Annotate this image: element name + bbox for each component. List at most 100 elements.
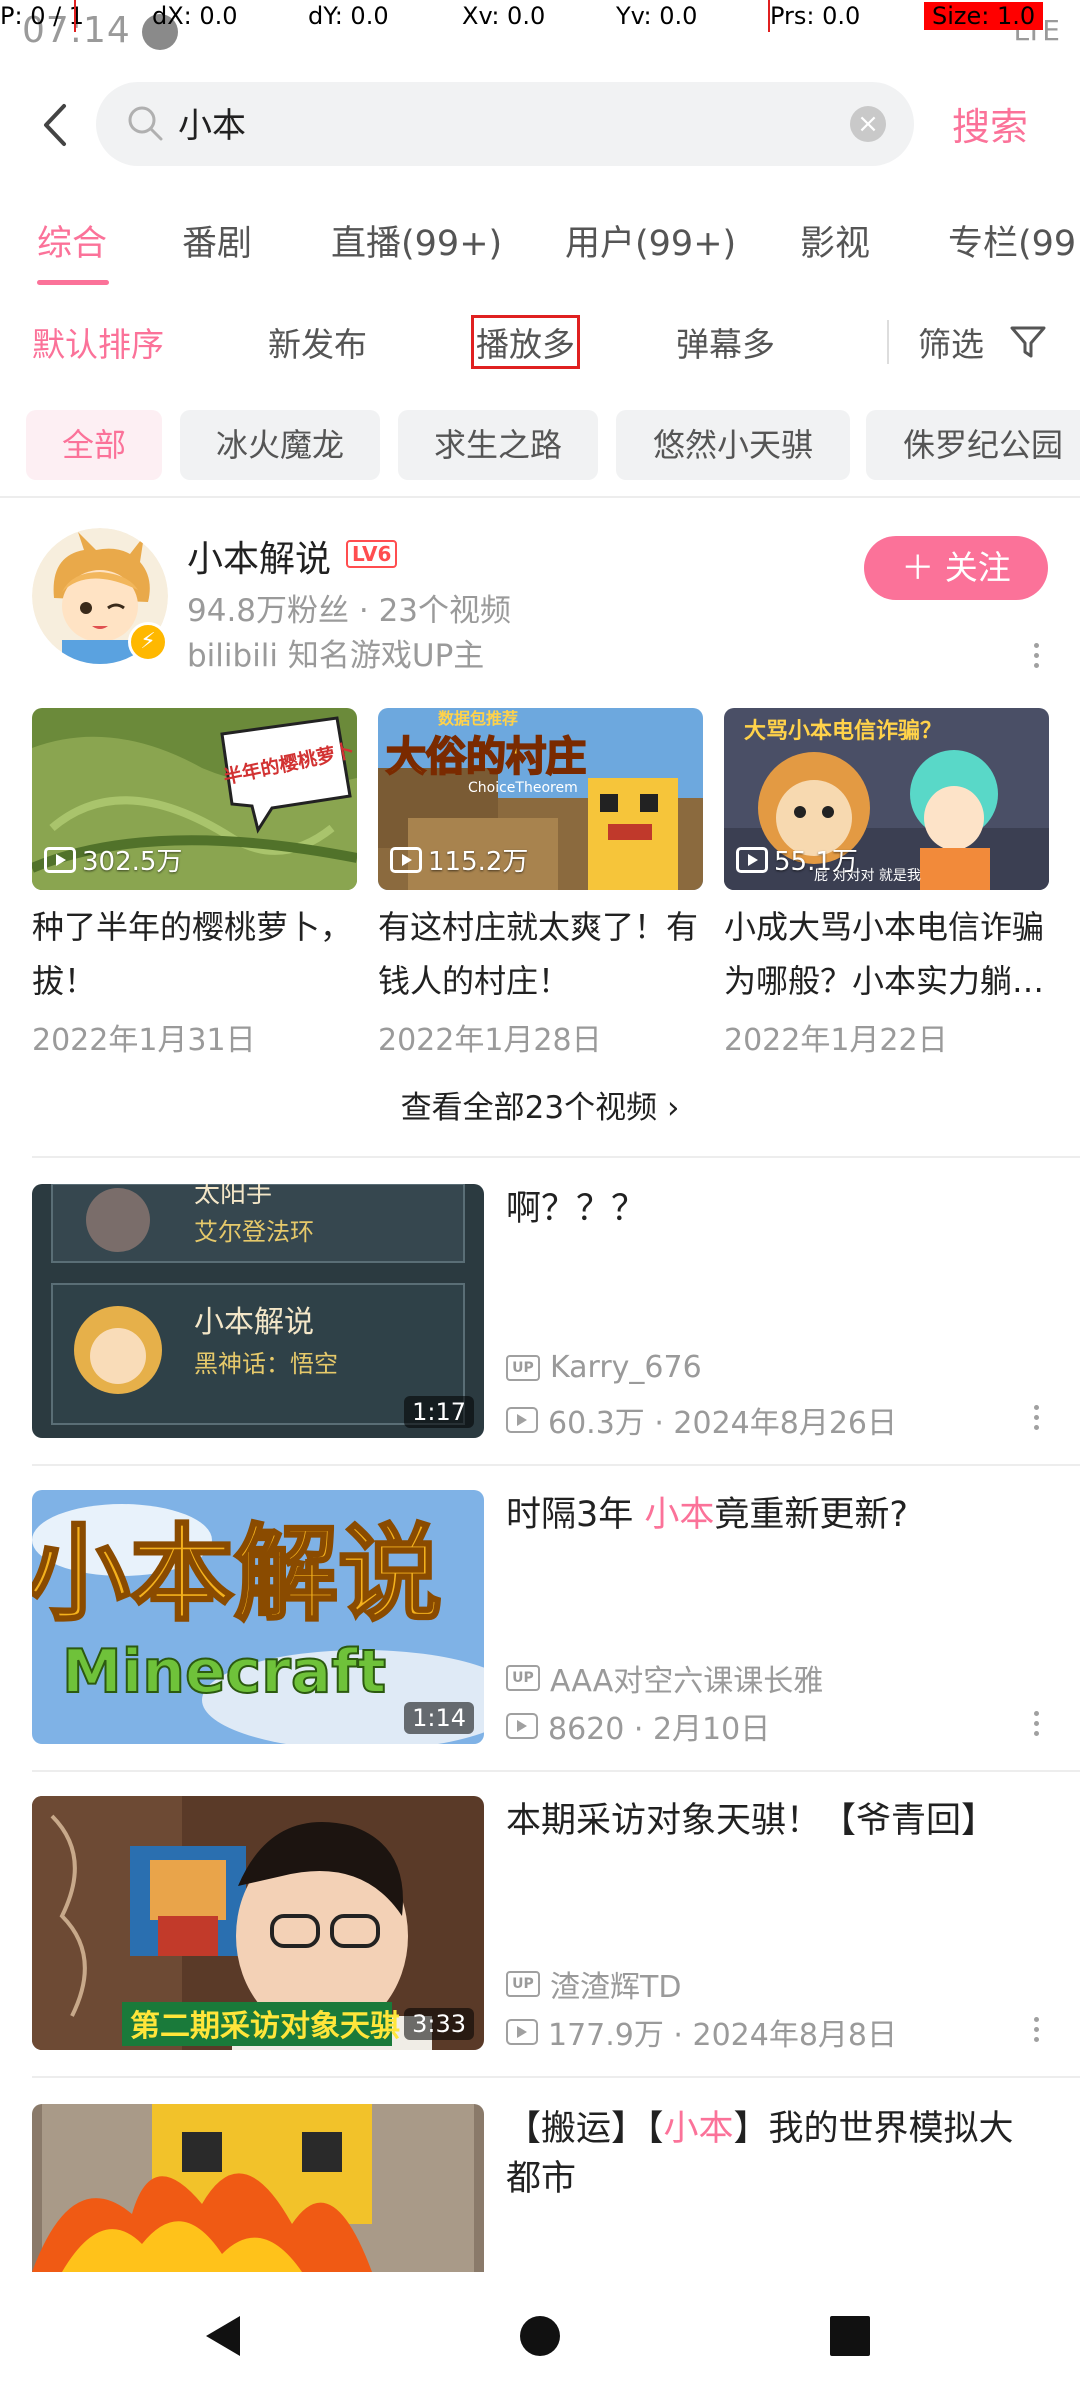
tab-users[interactable]: 用户(99+) bbox=[565, 215, 736, 266]
thumbnail-caption: 艾尔登法环 bbox=[194, 1218, 314, 1246]
thumbnail-caption: 小本解说 bbox=[32, 1513, 442, 1635]
view-count-text: 302.5万 bbox=[82, 847, 183, 877]
tag-chips: 全部 冰火魔龙 求生之路 悠然小天骐 侏罗纪公园 bbox=[0, 410, 1080, 480]
tab-articles[interactable]: 专栏(99 bbox=[948, 215, 1076, 266]
search-button[interactable]: 搜索 bbox=[952, 96, 1028, 151]
uploader[interactable]: UP Karry_676 bbox=[506, 1350, 702, 1385]
search-query-text: 小本 bbox=[178, 106, 246, 146]
level-badge: LV6 bbox=[346, 540, 398, 568]
chip-all[interactable]: 全部 bbox=[26, 410, 162, 480]
more-options-icon[interactable] bbox=[1024, 2012, 1048, 2048]
debug-pressure: Prs: 0.0 bbox=[770, 2, 861, 30]
sort-newest[interactable]: 新发布 bbox=[268, 318, 367, 366]
chip-tag[interactable]: 侏罗纪公园 bbox=[866, 410, 1080, 480]
video-stats: 8620 · 2月10日 bbox=[506, 1704, 770, 1748]
thumbnail-image bbox=[32, 2104, 484, 2272]
thumbnail-caption: ChoiceTheorem bbox=[468, 780, 578, 796]
video-date: 2022年1月31日 bbox=[32, 1023, 256, 1058]
chip-tag[interactable]: 悠然小天骐 bbox=[616, 410, 850, 480]
active-tab-indicator bbox=[37, 280, 109, 285]
title-text: 啊？？？ bbox=[506, 1189, 647, 1229]
chip-tag[interactable]: 冰火魔龙 bbox=[180, 410, 380, 480]
up-icon: UP bbox=[506, 1354, 540, 1381]
divider bbox=[887, 320, 889, 364]
recents-nav-icon[interactable] bbox=[830, 2316, 870, 2356]
tab-movies[interactable]: 影视 bbox=[800, 215, 870, 266]
video-thumbnail[interactable]: 半年的樱桃萝卜 302.5万 bbox=[32, 708, 357, 890]
see-all-videos-link[interactable]: 查看全部23个视频 › bbox=[0, 1082, 1080, 1127]
video-title[interactable]: 【搬运】【小本】我的世界模拟大都市 bbox=[506, 2104, 1046, 2204]
video-title[interactable]: 啊？？？ bbox=[506, 1184, 1046, 1234]
view-count: 302.5万 bbox=[44, 841, 182, 878]
tab-all[interactable]: 综合 bbox=[37, 215, 107, 266]
home-nav-icon[interactable] bbox=[518, 2314, 562, 2358]
video-thumbnail[interactable]: 小本解说 Minecraft 1:14 bbox=[32, 1490, 484, 1744]
thumbnail-caption: 第二期采访对象天骐 bbox=[130, 2009, 400, 2044]
video-thumbnail[interactable] bbox=[32, 2104, 484, 2272]
search-input[interactable]: 小本 × bbox=[96, 82, 914, 166]
play-count-icon bbox=[390, 846, 422, 873]
debug-dy: dY: 0.0 bbox=[308, 2, 389, 30]
tab-live[interactable]: 直播(99+) bbox=[331, 215, 502, 266]
video-title[interactable]: 小成大骂小本电信诈骗为哪般？小本实力躺… bbox=[724, 900, 1049, 1008]
sort-most-danmaku[interactable]: 弹幕多 bbox=[676, 318, 775, 366]
title-text: 【搬运】【 bbox=[506, 2109, 664, 2149]
uploader[interactable]: UP 渣渣辉TD bbox=[506, 1962, 681, 2006]
video-duration: 1:17 bbox=[404, 1396, 474, 1428]
up-description: bilibili 知名游戏UP主 bbox=[187, 638, 485, 674]
search-icon bbox=[128, 106, 163, 141]
sort-most-played[interactable]: 播放多 bbox=[471, 315, 580, 369]
back-arrow-icon[interactable] bbox=[36, 100, 76, 150]
sort-default[interactable]: 默认排序 bbox=[32, 318, 164, 366]
up-name[interactable]: 小本解说 bbox=[187, 530, 331, 582]
video-date: 2022年1月22日 bbox=[724, 1023, 948, 1058]
more-options-icon[interactable] bbox=[1024, 1706, 1048, 1742]
sort-options: 默认排序 新发布 播放多 弹幕多 筛选 bbox=[0, 310, 1080, 370]
thumbnail-caption: 数据包推荐 bbox=[438, 709, 518, 728]
view-count-text: 55.1万 bbox=[774, 847, 858, 877]
pointer-debug-overlay: P: 0 / 1 dX: 0.0 dY: 0.0 Xv: 0.0 Yv: 0.0… bbox=[0, 0, 1080, 32]
uploader[interactable]: UP AAA对空六课课长雅 bbox=[506, 1656, 823, 1700]
video-duration: 3:33 bbox=[404, 2008, 474, 2040]
verified-badge-icon: ⚡ bbox=[128, 622, 168, 662]
play-count-icon bbox=[736, 846, 768, 873]
filter-icon[interactable] bbox=[1008, 322, 1048, 362]
debug-pointer: P: 0 / 1 bbox=[0, 2, 85, 30]
chip-tag[interactable]: 求生之路 bbox=[398, 410, 598, 480]
view-count-text: 115.2万 bbox=[428, 847, 529, 877]
thumbnail-caption: Minecraft bbox=[62, 1637, 386, 1707]
video-thumbnail[interactable]: 数据包推荐 大俗的村庄 ChoiceTheorem 115.2万 bbox=[378, 708, 703, 890]
clear-search-icon[interactable]: × bbox=[850, 106, 886, 142]
system-navigation-bar bbox=[0, 2272, 1080, 2400]
more-options-icon[interactable] bbox=[1024, 1400, 1048, 1436]
video-title[interactable]: 本期采访对象天骐！【爷青回】 bbox=[506, 1796, 1046, 1846]
up-icon: UP bbox=[506, 1971, 540, 1997]
more-options-icon[interactable] bbox=[1024, 638, 1048, 674]
video-duration: 1:14 bbox=[404, 1702, 474, 1734]
thumbnail-caption: 黑神话：悟空 bbox=[194, 1350, 338, 1378]
thumbnail-caption: 大骂小本电信诈骗？ bbox=[744, 718, 942, 744]
debug-yv: Yv: 0.0 bbox=[616, 2, 698, 30]
back-nav-icon[interactable] bbox=[200, 2312, 248, 2360]
video-stats: 60.3万 · 2024年8月26日 bbox=[506, 1398, 897, 1442]
divider bbox=[32, 1770, 1080, 1772]
title-highlight: 小本 bbox=[663, 2109, 734, 2149]
view-count: 115.2万 bbox=[390, 841, 528, 878]
filter-button[interactable]: 筛选 bbox=[918, 318, 984, 366]
tab-bangumi[interactable]: 番剧 bbox=[182, 215, 252, 266]
debug-divider bbox=[74, 0, 76, 32]
play-count-icon bbox=[506, 1713, 538, 1739]
video-title[interactable]: 有这村庄就太爽了！有钱人的村庄！ bbox=[378, 900, 703, 1008]
video-title[interactable]: 时隔3年 小本竟重新更新? bbox=[506, 1490, 1046, 1540]
result-type-tabs: 综合 番剧 直播(99+) 用户(99+) 影视 专栏(99 bbox=[0, 205, 1080, 285]
follow-button[interactable]: ＋ 关注 bbox=[864, 536, 1048, 600]
video-thumbnail[interactable]: 第二期采访对象天骐 3:33 bbox=[32, 1796, 484, 2050]
thumbnail-caption: 小本解说 bbox=[194, 1305, 314, 1340]
view-count: 55.1万 bbox=[736, 841, 858, 878]
video-thumbnail[interactable]: 太阳手 艾尔登法环 小本解说 黑神话：悟空 1:17 bbox=[32, 1184, 484, 1438]
uploader-name: 渣渣辉TD bbox=[550, 1970, 682, 2005]
video-title[interactable]: 种了半年的樱桃萝卜，拔！ bbox=[32, 900, 357, 1008]
video-thumbnail[interactable]: 大骂小本电信诈骗？ 屁 对对对 就是我 55.1万 bbox=[724, 708, 1049, 890]
divider bbox=[0, 496, 1080, 498]
divider bbox=[32, 1464, 1080, 1466]
